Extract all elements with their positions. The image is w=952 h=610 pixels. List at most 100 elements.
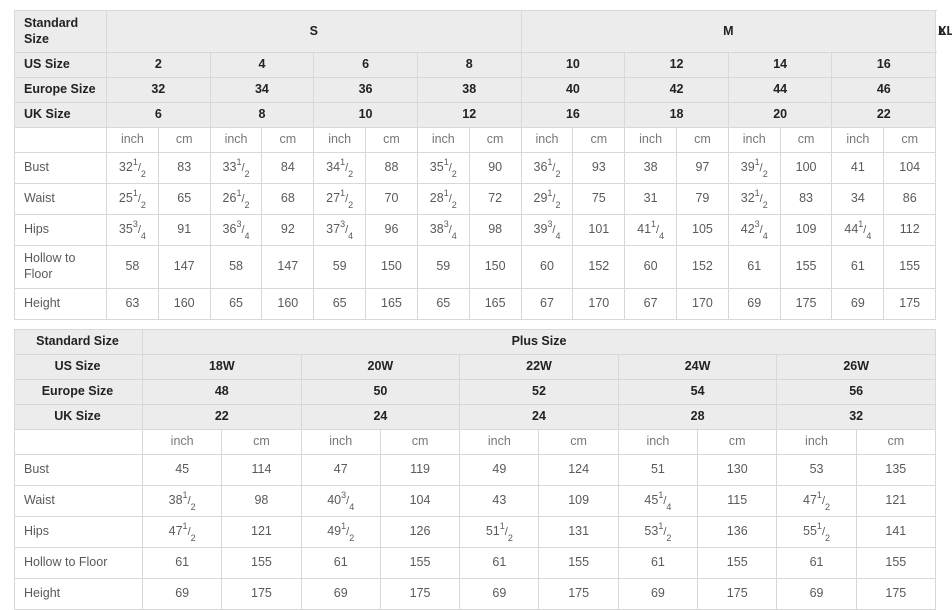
size-value: 14: [727, 52, 833, 78]
measure-value: 141: [855, 516, 937, 548]
size-value: 42: [624, 77, 729, 103]
measure-value: 423/4: [727, 214, 781, 246]
measure-value: 160: [261, 288, 315, 320]
measure-value: 69: [776, 578, 857, 610]
measure-value: 49: [459, 454, 540, 486]
measure-value: 155: [883, 245, 937, 289]
size-chart-page: Standard Size S M L XL US Size 2 4 6 8 10 12 14 16 Eur…: [0, 0, 952, 610]
measure-value: 104: [379, 485, 461, 517]
unit-inch: inch: [300, 429, 381, 455]
measure-value: 79: [676, 183, 729, 215]
measure-value: 170: [572, 288, 626, 320]
measure-value: 471/2: [776, 485, 857, 517]
table-row: Waist 251/2 65 261/2 68 271/2 70 281/2 72 291/2 75…: [14, 183, 937, 215]
measure-label: Hips: [14, 214, 107, 246]
measure-value: 391/2: [727, 152, 781, 184]
measure-value: 88: [365, 152, 418, 184]
size-row-label: US Size: [14, 354, 143, 380]
measure-value: 471/2: [141, 516, 223, 548]
unit-inch: inch: [617, 429, 699, 455]
measure-value: 150: [365, 245, 418, 289]
measure-value: 58: [209, 245, 263, 289]
measure-value: 361/2: [520, 152, 574, 184]
size-value: 12: [416, 102, 522, 128]
measure-value: 121: [855, 485, 937, 517]
unit-cm: cm: [261, 127, 315, 153]
measure-value: 72: [468, 183, 522, 215]
measure-value: 441/4: [831, 214, 885, 246]
group-header-m: M: [520, 10, 937, 53]
unit-cm: cm: [697, 429, 778, 455]
measure-value: 41: [831, 152, 885, 184]
measure-value: 61: [727, 245, 781, 289]
measure-value: 165: [468, 288, 522, 320]
size-value: 4: [209, 52, 315, 78]
measure-value: 93: [572, 152, 626, 184]
measure-value: 65: [209, 288, 263, 320]
measure-value: 59: [416, 245, 470, 289]
measure-value: 84: [261, 152, 315, 184]
measure-label: Hollow to Floor: [14, 245, 107, 289]
size-value: 6: [313, 52, 418, 78]
measure-value: 411/4: [624, 214, 678, 246]
unit-inch: inch: [209, 127, 263, 153]
measure-value: 152: [572, 245, 626, 289]
size-value: 40: [520, 77, 626, 103]
measure-value: 38: [624, 152, 678, 184]
size-value: 24: [300, 404, 461, 430]
size-value: 26W: [776, 354, 937, 380]
measure-value: 92: [261, 214, 315, 246]
measure-value: 403/4: [300, 485, 381, 517]
unit-inch: inch: [727, 127, 781, 153]
group-header-s: S: [106, 10, 522, 53]
unit-row-label: [14, 127, 107, 153]
standard-size-table: Standard Size S M L XL US Size 2 4 6 8 10 12 14 16 Eur…: [14, 10, 952, 320]
size-value: 18W: [142, 354, 302, 380]
measure-value: 136: [697, 516, 778, 548]
unit-cm: cm: [157, 127, 211, 153]
measure-value: 61: [831, 245, 885, 289]
measure-value: 83: [157, 152, 211, 184]
size-value: 12: [624, 52, 729, 78]
measure-value: 43: [459, 485, 540, 517]
measure-value: 45: [141, 454, 223, 486]
measure-label: Bust: [14, 152, 107, 184]
measure-label: Waist: [14, 183, 107, 215]
size-value: 8: [416, 52, 522, 78]
measure-value: 261/2: [209, 183, 263, 215]
measure-value: 90: [468, 152, 522, 184]
table-row: Hips 471/2 121 491/2 126 511/2 131 531/2 136 551/…: [14, 516, 937, 548]
size-value: 32: [776, 404, 937, 430]
measure-value: 130: [697, 454, 778, 486]
measure-value: 131: [538, 516, 619, 548]
measure-value: 165: [365, 288, 418, 320]
unit-inch: inch: [520, 127, 574, 153]
size-value: 18: [624, 102, 729, 128]
size-value: 54: [617, 379, 778, 405]
measure-value: 31: [624, 183, 678, 215]
measure-value: 373/4: [313, 214, 367, 246]
measure-value: 175: [538, 578, 619, 610]
measure-value: 98: [221, 485, 302, 517]
plus-group-row: Standard Size Plus Size: [14, 329, 937, 355]
measure-value: 60: [624, 245, 678, 289]
measure-value: 91: [157, 214, 211, 246]
measure-value: 321/2: [727, 183, 781, 215]
unit-inch: inch: [313, 127, 367, 153]
size-row: Europe Size 48 50 52 54 56: [14, 379, 937, 405]
measure-value: 341/2: [313, 152, 367, 184]
unit-cm: cm: [572, 127, 626, 153]
measure-value: 60: [520, 245, 574, 289]
table-row: Bust 45 114 47 119 49 124 51 130 53 135: [14, 454, 937, 486]
unit-cm: cm: [676, 127, 729, 153]
measure-value: 155: [855, 547, 937, 579]
size-value: 2: [106, 52, 211, 78]
unit-inch: inch: [106, 127, 159, 153]
size-value: 16: [831, 52, 937, 78]
measure-value: 331/2: [209, 152, 263, 184]
measure-value: 135: [855, 454, 937, 486]
unit-inch: inch: [141, 429, 223, 455]
size-value: 48: [142, 379, 302, 405]
measure-value: 155: [779, 245, 833, 289]
unit-cm: cm: [379, 429, 461, 455]
